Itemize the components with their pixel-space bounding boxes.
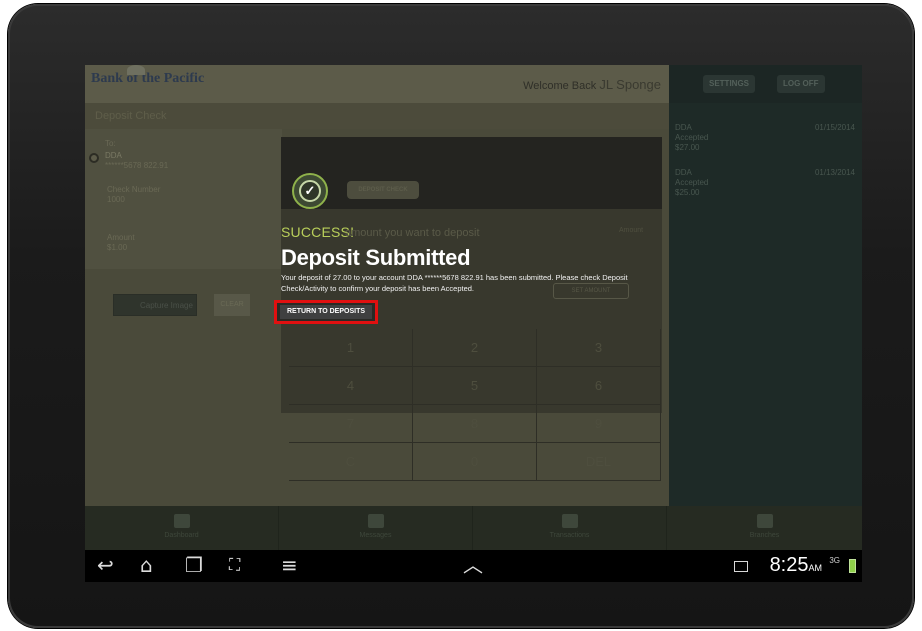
deposit-date: 01/15/2014 bbox=[814, 123, 855, 132]
account-type: DDA bbox=[105, 151, 122, 160]
bank-logo-icon bbox=[127, 65, 145, 75]
keypad-key[interactable]: 3 bbox=[537, 329, 661, 367]
system-bar: ↩ ⌂ ❐ ⛶ ≡ ︿ 8:25AM 3G bbox=[85, 550, 862, 582]
to-label: To: bbox=[105, 139, 116, 148]
deposit-list-item[interactable]: DDA Accepted $27.00 01/15/2014 bbox=[675, 123, 855, 153]
success-label: SUCCESS! bbox=[281, 224, 355, 240]
transaction-bar-label: Deposit Check bbox=[95, 110, 167, 122]
deposit-success-dialog: ✓ DEPOSIT CHECK SUCCESS! amount you want… bbox=[274, 137, 662, 481]
return-to-deposits-button[interactable]: RETURN TO DEPOSITS bbox=[274, 300, 378, 324]
account-mask: ******5678 822.91 bbox=[105, 161, 169, 170]
transactions-icon bbox=[561, 514, 578, 528]
brand-logo: Bank of the Pacific bbox=[91, 65, 205, 87]
nav-transactions-label: Transactions bbox=[549, 532, 590, 539]
check-number-label: Check Number bbox=[107, 185, 161, 194]
set-amount-button[interactable]: SET AMOUNT bbox=[553, 283, 629, 299]
menu-icon[interactable]: ≡ bbox=[281, 554, 298, 576]
nav-dashboard[interactable]: Dashboard bbox=[85, 506, 279, 550]
keypad-key-clear[interactable]: C bbox=[289, 443, 413, 481]
status-clock: 8:25AM bbox=[770, 554, 822, 577]
logoff-button[interactable]: LOG OFF bbox=[777, 75, 825, 93]
amount-prompt: amount you want to deposit bbox=[345, 227, 480, 239]
nav-dashboard-label: Dashboard bbox=[164, 532, 199, 539]
settings-button[interactable]: SETTINGS bbox=[703, 75, 756, 93]
amount-label: Amount bbox=[107, 233, 135, 242]
welcome-text: Welcome Back JL Sponge bbox=[523, 77, 661, 92]
set-amount-label: SET AMOUNT bbox=[571, 288, 611, 294]
clock-ampm: AM bbox=[808, 563, 823, 573]
success-badge: ✓ bbox=[292, 173, 328, 209]
account-radio[interactable] bbox=[89, 153, 99, 163]
deposit-date: 01/13/2014 bbox=[814, 168, 855, 177]
check-number-value[interactable]: 1000 bbox=[107, 195, 125, 205]
brand-name: Bank of the Pacific bbox=[91, 71, 205, 86]
capture-image-button[interactable]: Capture Image bbox=[113, 294, 197, 316]
back-icon[interactable]: ↩ bbox=[97, 554, 114, 576]
clock-time: 8:25 bbox=[769, 554, 809, 576]
checkmark-icon: ✓ bbox=[299, 180, 321, 202]
nav-transactions[interactable]: Transactions bbox=[473, 506, 667, 550]
deposit-list-item[interactable]: DDA Accepted $25.00 01/13/2014 bbox=[675, 168, 855, 198]
tablet-frame: Bank of the Pacific Welcome Back JL Spon… bbox=[8, 4, 914, 628]
nav-branches-label: Branches bbox=[749, 532, 780, 539]
capture-image-label: Capture Image bbox=[140, 301, 193, 310]
deposit-form-panel: To: DDA ******5678 822.91 Check Number 1… bbox=[85, 129, 282, 269]
deposit-status: Accepted bbox=[675, 133, 709, 142]
deposit-status: Accepted bbox=[675, 178, 709, 187]
recent-deposits-panel: SETTINGS LOG OFF DDA Accepted $27.00 01/… bbox=[669, 65, 862, 506]
home-icon[interactable]: ⌂ bbox=[140, 554, 153, 576]
keypad-key[interactable]: 7 bbox=[289, 405, 413, 443]
gallery-notification-icon bbox=[734, 561, 748, 572]
keypad-key[interactable]: 1 bbox=[289, 329, 413, 367]
dashboard-icon bbox=[173, 514, 190, 528]
dialog-header bbox=[281, 137, 662, 209]
network-indicator: 3G bbox=[829, 556, 840, 565]
screenshot-icon[interactable]: ⛶ bbox=[229, 554, 240, 576]
keypad-key[interactable]: 9 bbox=[537, 405, 661, 443]
right-panel-header: SETTINGS LOG OFF bbox=[669, 65, 862, 103]
battery-icon bbox=[849, 559, 856, 573]
clear-button[interactable]: CLEAR bbox=[214, 294, 250, 316]
dialog-title: Deposit Submitted bbox=[281, 245, 471, 270]
up-chevron-icon[interactable]: ︿ bbox=[463, 554, 483, 576]
app-header: Bank of the Pacific Welcome Back JL Spon… bbox=[85, 65, 669, 103]
transaction-bar: Deposit Check bbox=[85, 103, 669, 129]
logoff-label: LOG OFF bbox=[783, 79, 819, 88]
deposit-amount: $25.00 bbox=[675, 188, 700, 197]
keypad-key[interactable]: 8 bbox=[413, 405, 537, 443]
keypad-key[interactable]: 5 bbox=[413, 367, 537, 405]
welcome-label: Welcome Back bbox=[523, 80, 597, 92]
bank-icon bbox=[756, 514, 773, 528]
settings-label: SETTINGS bbox=[709, 79, 750, 88]
amount-value[interactable]: $1.00 bbox=[107, 243, 127, 253]
screen: Bank of the Pacific Welcome Back JL Spon… bbox=[85, 65, 862, 582]
deposit-amount: $27.00 bbox=[675, 143, 700, 152]
nav-messages[interactable]: Messages bbox=[279, 506, 473, 550]
keypad-key[interactable]: 6 bbox=[537, 367, 661, 405]
keypad-key[interactable]: 2 bbox=[413, 329, 537, 367]
amount-caption: Amount bbox=[619, 227, 644, 234]
keypad-key[interactable]: 4 bbox=[289, 367, 413, 405]
nav-branches[interactable]: Branches bbox=[667, 506, 862, 550]
deposit-check-tab[interactable]: DEPOSIT CHECK bbox=[347, 181, 419, 199]
return-to-deposits-label: RETURN TO DEPOSITS bbox=[280, 305, 372, 319]
keypad-key[interactable]: 0 bbox=[413, 443, 537, 481]
deposit-check-tab-label: DEPOSIT CHECK bbox=[358, 187, 408, 193]
keypad-key-delete[interactable]: DEL bbox=[537, 443, 661, 481]
user-name: JL Sponge bbox=[599, 77, 661, 92]
nav-messages-label: Messages bbox=[359, 532, 392, 539]
recent-apps-icon[interactable]: ❐ bbox=[185, 554, 203, 576]
bottom-navigation: Dashboard Messages Transactions Branches bbox=[85, 506, 862, 550]
messages-icon bbox=[367, 514, 384, 528]
clear-label: CLEAR bbox=[220, 301, 244, 308]
